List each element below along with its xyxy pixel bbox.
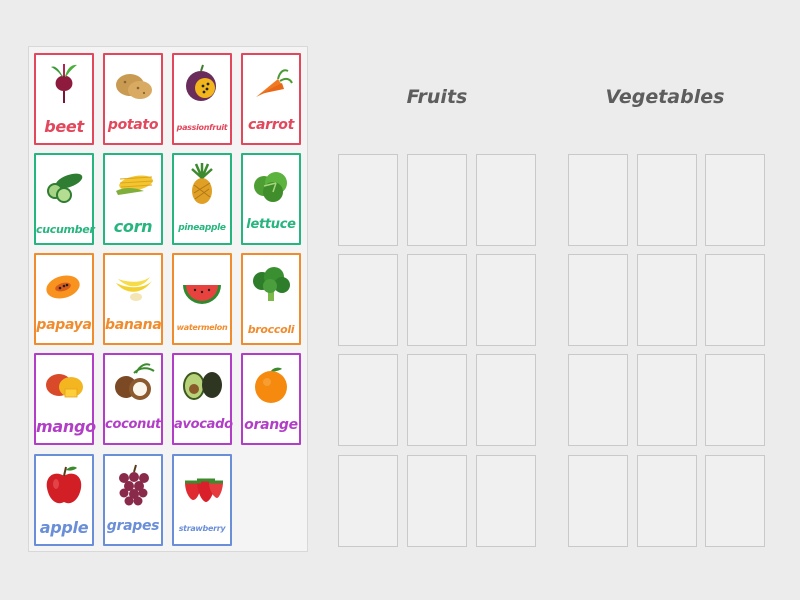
card-passionfruit[interactable]: passionfruit	[172, 53, 232, 145]
card-label: watermelon	[176, 323, 228, 332]
mango-icon	[46, 374, 83, 398]
vegetables-slot[interactable]	[637, 354, 697, 446]
card-cucumber[interactable]: cucumber	[34, 153, 95, 245]
fruits-slot[interactable]	[407, 154, 467, 246]
vegetables-slot[interactable]	[637, 254, 697, 346]
carrot-icon	[256, 69, 293, 97]
card-label: cucumber	[36, 223, 95, 236]
card-label: papaya	[36, 317, 92, 333]
broccoli-icon	[253, 267, 290, 301]
vegetables-heading: Vegetables	[605, 86, 725, 108]
card-label: potato	[107, 117, 159, 133]
card-corn[interactable]: corn	[103, 153, 163, 245]
fruits-slot[interactable]	[407, 455, 467, 547]
card-pineapple[interactable]: pineapple	[172, 153, 232, 245]
card-label: corn	[113, 217, 153, 236]
card-broccoli[interactable]: broccoli	[241, 253, 301, 345]
card-carrot[interactable]: carrot	[241, 53, 301, 145]
vegetables-slot[interactable]	[568, 455, 628, 547]
apple-icon	[46, 466, 82, 504]
fruits-heading: Fruits	[406, 86, 468, 108]
card-label: mango	[36, 417, 96, 436]
fruits-slot[interactable]	[338, 154, 398, 246]
vegetables-slot[interactable]	[705, 254, 765, 346]
pineapple-icon	[191, 163, 213, 204]
fruits-slot[interactable]	[407, 254, 467, 346]
lettuce-icon	[254, 172, 287, 202]
card-label: passionfruit	[176, 123, 228, 132]
potato-icon	[116, 74, 152, 99]
card-label: orange	[244, 417, 298, 433]
card-label: banana	[105, 317, 162, 333]
fruits-slot[interactable]	[476, 455, 536, 547]
card-strawberry[interactable]: strawberry	[172, 454, 232, 546]
card-label: pineapple	[178, 223, 226, 233]
vegetables-slot[interactable]	[568, 254, 628, 346]
card-label: coconut	[105, 417, 161, 432]
card-grapes[interactable]: grapes	[103, 454, 163, 546]
corn-icon	[116, 175, 154, 195]
card-label: lettuce	[246, 217, 296, 232]
cucumber-icon	[47, 173, 83, 203]
fruits-slot[interactable]	[476, 154, 536, 246]
fruits-slot[interactable]	[476, 254, 536, 346]
card-beet[interactable]: beet	[34, 53, 94, 145]
fruits-slot[interactable]	[407, 354, 467, 446]
card-papaya[interactable]: papaya	[34, 253, 94, 345]
card-coconut[interactable]: coconut	[103, 353, 163, 445]
banana-icon	[116, 277, 152, 301]
card-avocado[interactable]: avocado	[172, 353, 233, 445]
vegetables-slot[interactable]	[705, 154, 765, 246]
vegetables-slot[interactable]	[637, 154, 697, 246]
card-label: carrot	[247, 117, 295, 133]
fruits-slot[interactable]	[338, 254, 398, 346]
card-orange[interactable]: orange	[241, 353, 301, 445]
watermelon-icon	[183, 285, 221, 304]
strawberry-icon	[185, 478, 223, 502]
beet-icon	[51, 64, 77, 103]
card-mango[interactable]: mango	[34, 353, 96, 445]
coconut-icon	[115, 363, 155, 400]
card-lettuce[interactable]: lettuce	[241, 153, 301, 245]
card-label: beet	[44, 117, 84, 136]
card-label: grapes	[106, 518, 160, 534]
card-banana[interactable]: banana	[103, 253, 163, 345]
avocado-icon	[183, 372, 222, 400]
card-watermelon[interactable]: watermelon	[172, 253, 232, 345]
vegetables-slot[interactable]	[568, 354, 628, 446]
card-apple[interactable]: apple	[34, 454, 94, 546]
fruits-slot[interactable]	[338, 455, 398, 547]
vegetables-slot[interactable]	[568, 154, 628, 246]
passionfruit-icon	[186, 64, 216, 101]
vegetables-slot[interactable]	[705, 354, 765, 446]
orange-icon	[255, 367, 287, 403]
card-label: broccoli	[247, 323, 295, 336]
papaya-icon	[46, 275, 80, 299]
card-potato[interactable]: potato	[103, 53, 163, 145]
fruits-slot[interactable]	[338, 354, 398, 446]
sorting-game-board: Fruits Vegetables beet potato passionfruit…	[0, 0, 800, 600]
card-label: strawberry	[178, 524, 226, 533]
grapes-icon	[119, 464, 149, 506]
vegetables-slot[interactable]	[705, 455, 765, 547]
fruits-slot[interactable]	[476, 354, 536, 446]
vegetables-slot[interactable]	[637, 455, 697, 547]
card-label: avocado	[174, 417, 233, 432]
card-label: apple	[39, 518, 89, 537]
